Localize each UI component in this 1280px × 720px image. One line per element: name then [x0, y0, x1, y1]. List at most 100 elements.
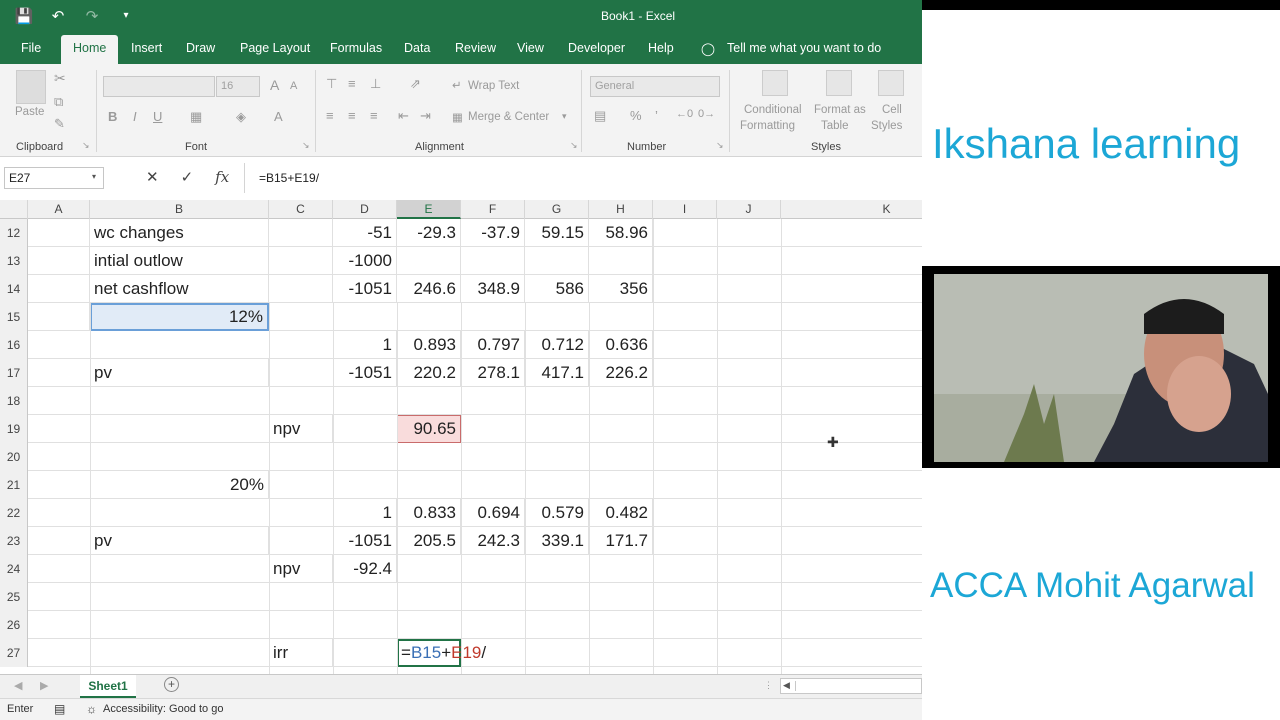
merge-center-button[interactable]: Merge & Center [468, 111, 549, 123]
tab-page-layout[interactable]: Page Layout [240, 41, 310, 55]
cut-icon[interactable]: ✂ [54, 70, 66, 87]
select-all-corner[interactable] [0, 200, 28, 219]
formula-input[interactable]: =B15+E19/ [244, 163, 922, 193]
paste-icon[interactable] [16, 70, 46, 104]
tab-draw[interactable]: Draw [186, 41, 215, 55]
cell-g16[interactable]: 0.712 [525, 331, 589, 359]
cell-d16[interactable]: 1 [333, 331, 397, 359]
cell-e[interactable] [397, 247, 461, 275]
merge-center-icon[interactable]: ▦ [452, 110, 463, 124]
format-painter-icon[interactable]: ✎ [54, 116, 65, 132]
cell-b17[interactable]: pv [90, 359, 269, 387]
cell-a[interactable] [28, 219, 90, 247]
row-header[interactable]: 16 [0, 331, 28, 359]
cell-e19[interactable]: 90.65 [397, 415, 461, 443]
decrease-font-icon[interactable]: A [290, 80, 297, 92]
tab-home[interactable]: Home [61, 35, 119, 64]
cell-d13[interactable]: -1000 [333, 247, 397, 275]
tab-insert[interactable]: Insert [131, 41, 162, 55]
cell-styles-line2[interactable]: Styles [871, 120, 902, 132]
row-header[interactable]: 22 [0, 499, 28, 527]
align-left-icon[interactable]: ≡ [326, 108, 334, 123]
middle-align-icon[interactable]: ≡ [348, 76, 356, 91]
row-header[interactable]: 18 [0, 387, 28, 415]
clipboard-launcher-icon[interactable]: ↘ [82, 140, 90, 151]
scroll-thumb[interactable] [795, 681, 921, 691]
cell-b15[interactable]: 12% [90, 303, 269, 331]
cell-d24[interactable]: -92.4 [333, 555, 397, 583]
format-as-table-line2[interactable]: Table [821, 120, 849, 132]
cell-h12[interactable]: 58.96 [589, 219, 653, 247]
column-header-c[interactable]: C [269, 200, 333, 219]
column-header-i[interactable]: I [653, 200, 717, 219]
format-as-table-line1[interactable]: Format as [814, 104, 866, 116]
cell-g22[interactable]: 0.579 [525, 499, 589, 527]
customize-qat-icon[interactable]: ▾ [116, 7, 136, 25]
cell-g[interactable] [525, 247, 589, 275]
cell-g12[interactable]: 59.15 [525, 219, 589, 247]
tab-view[interactable]: View [517, 41, 544, 55]
percent-style-icon[interactable]: % [630, 108, 642, 123]
cell-c[interactable] [269, 275, 333, 303]
add-sheet-icon[interactable]: + [164, 677, 179, 692]
cell-b23[interactable]: pv [90, 527, 269, 555]
cell-e23[interactable]: 205.5 [397, 527, 461, 555]
cell-h16[interactable]: 0.636 [589, 331, 653, 359]
tab-developer[interactable]: Developer [568, 41, 625, 55]
row-header[interactable]: 17 [0, 359, 28, 387]
column-header-d[interactable]: D [333, 200, 397, 219]
fill-color-icon[interactable]: ◈ [236, 109, 246, 125]
top-align-icon[interactable]: ⊤ [326, 76, 337, 92]
tab-help[interactable]: Help [648, 41, 674, 55]
scroll-left-icon[interactable]: ◀ [783, 680, 790, 691]
cell-c[interactable] [269, 219, 333, 247]
increase-indent-icon[interactable]: ⇥ [420, 108, 431, 124]
row-header[interactable]: 14 [0, 275, 28, 303]
sheet-tab[interactable]: Sheet1 [80, 675, 136, 698]
format-as-table-icon[interactable] [826, 70, 852, 96]
row-header[interactable]: 19 [0, 415, 28, 443]
cell-f16[interactable]: 0.797 [461, 331, 525, 359]
tell-me-search[interactable]: Tell me what you want to do [727, 41, 881, 55]
tab-review[interactable]: Review [455, 41, 496, 55]
conditional-formatting-line2[interactable]: Formatting [740, 120, 795, 132]
wrap-text-icon[interactable]: ↵ [452, 78, 462, 92]
cell-e12[interactable]: -29.3 [397, 219, 461, 247]
cancel-icon[interactable]: ✕ [146, 168, 159, 186]
tab-formulas[interactable]: Formulas [330, 41, 382, 55]
row-header[interactable]: 23 [0, 527, 28, 555]
copy-icon[interactable]: ⧉ [54, 94, 63, 110]
cell-g23[interactable]: 339.1 [525, 527, 589, 555]
cell-b21[interactable]: 20% [90, 471, 269, 499]
cell-h14[interactable]: 356 [589, 275, 653, 303]
cell-f[interactable] [461, 247, 525, 275]
tab-file[interactable]: File [21, 41, 41, 55]
accounting-format-icon[interactable]: ▤ [594, 108, 606, 124]
paste-label[interactable]: Paste [15, 106, 44, 118]
redo-icon[interactable]: ↷ [82, 7, 102, 25]
cell-a[interactable] [28, 303, 90, 331]
align-center-icon[interactable]: ≡ [348, 108, 356, 123]
column-header-b[interactable]: B [90, 200, 269, 219]
increase-decimal-icon[interactable]: ←0 [676, 108, 693, 120]
sheet-prev-icon[interactable]: ◀ [14, 679, 22, 692]
conditional-formatting-line1[interactable]: Conditional [744, 104, 802, 116]
column-header-e[interactable]: E [397, 200, 461, 219]
wrap-text-button[interactable]: Wrap Text [468, 80, 519, 92]
cell-g17[interactable]: 417.1 [525, 359, 589, 387]
number-format-box[interactable]: General [590, 76, 720, 97]
name-box[interactable]: E27 [4, 167, 104, 189]
cell-c19[interactable]: npv [269, 415, 333, 443]
tab-split-icon[interactable]: ⋮ [764, 680, 773, 691]
row-header[interactable]: 21 [0, 471, 28, 499]
row-header[interactable]: 20 [0, 443, 28, 471]
cell-f22[interactable]: 0.694 [461, 499, 525, 527]
font-name-box[interactable] [103, 76, 215, 97]
cell-styles-icon[interactable] [878, 70, 904, 96]
column-header-g[interactable]: G [525, 200, 589, 219]
cell-c24[interactable]: npv [269, 555, 333, 583]
cell-c27[interactable]: irr [269, 639, 333, 667]
bold-icon[interactable]: B [108, 109, 117, 124]
cell-styles-line1[interactable]: Cell [882, 104, 902, 116]
cell-f12[interactable]: -37.9 [461, 219, 525, 247]
